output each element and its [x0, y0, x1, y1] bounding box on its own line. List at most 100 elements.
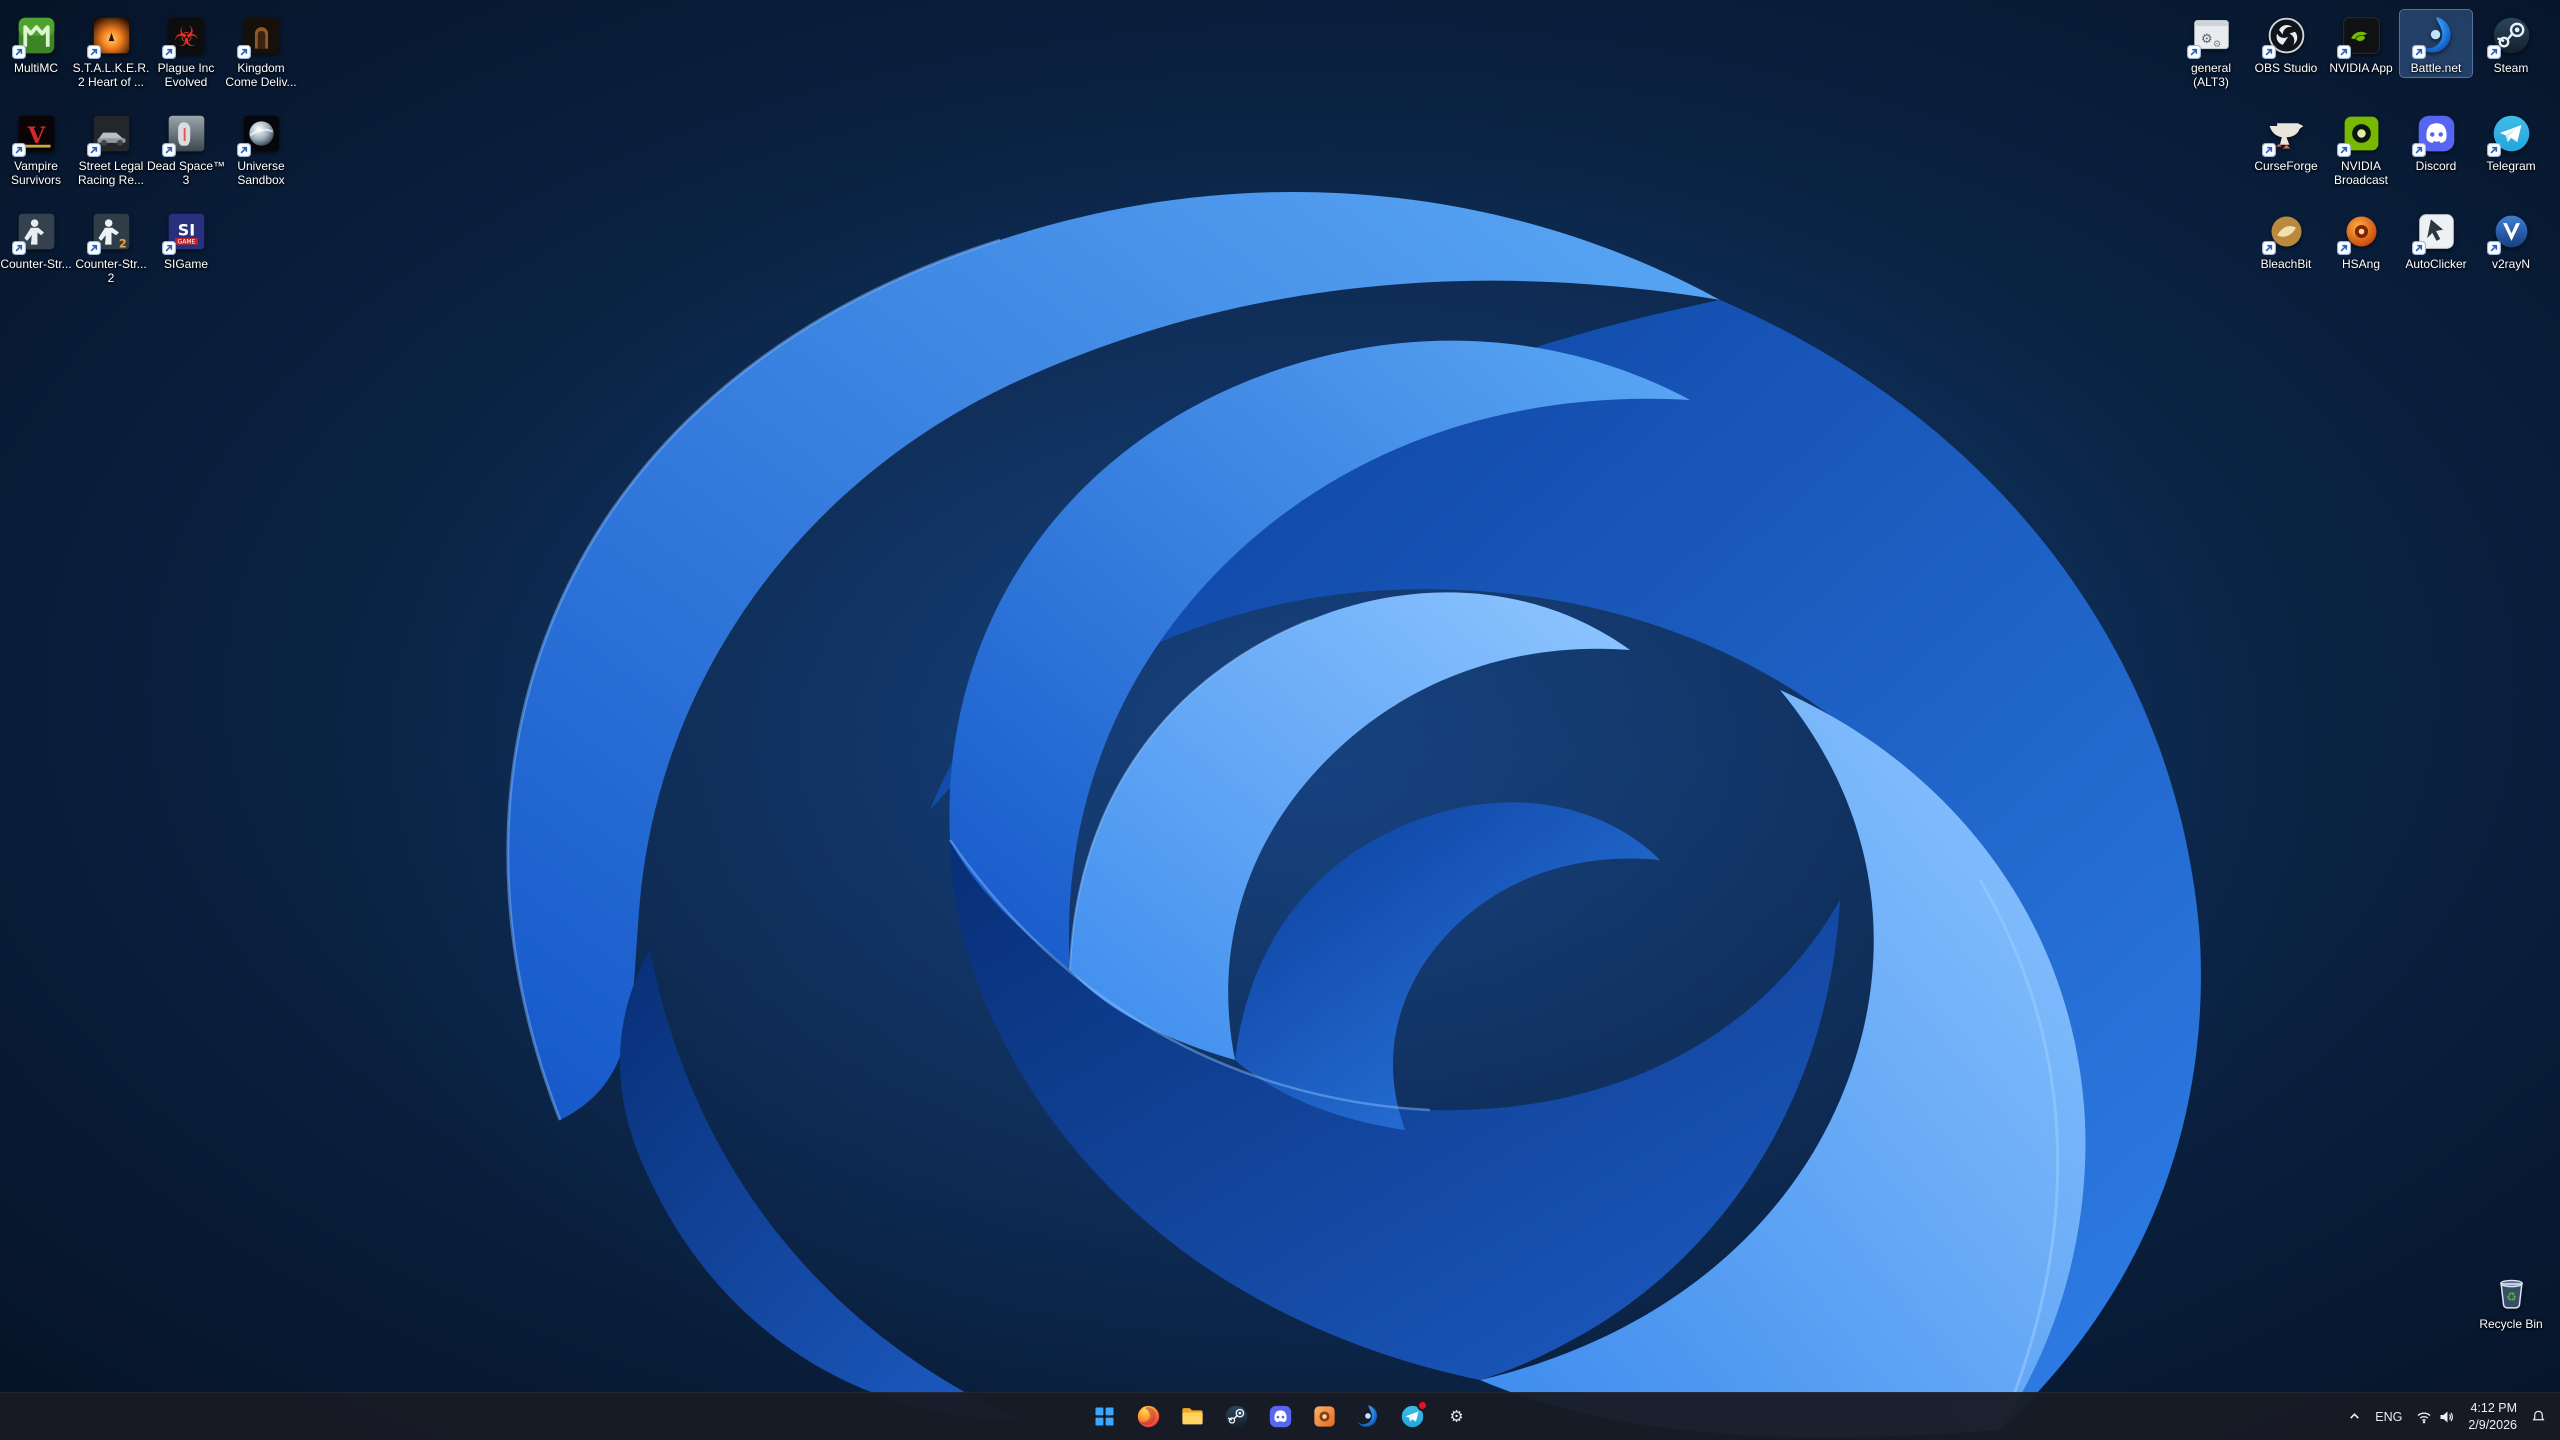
desktop-icon-stalker2[interactable]: S.T.A.L.K.E.R. 2 Heart of ...: [73, 10, 149, 91]
deadspace3-icon: [161, 111, 209, 157]
desktop-icon-label: Street Legal Racing Re...: [77, 159, 145, 188]
desktop-icon-label: S.T.A.L.K.E.R. 2 Heart of ...: [72, 61, 150, 90]
taskbar: ⚙ ENG 4:12 PM 2/9/2026: [0, 1392, 2560, 1440]
universe-icon: [236, 111, 284, 157]
taskbar-settings-button[interactable]: ⚙: [1434, 1395, 1478, 1439]
taskbar-app-orange-button[interactable]: [1302, 1395, 1346, 1439]
svg-text:⚙: ⚙: [1449, 1407, 1463, 1426]
desktop-icon-nvidia-app[interactable]: NVIDIA App: [2325, 10, 2397, 77]
desktop-icon-obs-studio[interactable]: OBS Studio: [2250, 10, 2322, 77]
desktop-icon-plague-inc[interactable]: ☣ Plague Inc Evolved: [150, 10, 222, 91]
desktop-icon-discord[interactable]: Discord: [2400, 108, 2472, 175]
settings-icon: ⚙: [1443, 1403, 1470, 1430]
shortcut-arrow-overlay: [86, 143, 101, 157]
shortcut-arrow-overlay: [2336, 45, 2351, 59]
taskbar-discord-button[interactable]: [1258, 1395, 1302, 1439]
desktop-icon-street-legal-racing[interactable]: Street Legal Racing Re...: [75, 108, 147, 189]
system-tray: ENG 4:12 PM 2/9/2026: [2342, 1393, 2552, 1440]
desktop-icon-dead-space-3[interactable]: Dead Space™ 3: [147, 108, 225, 189]
desktop-icon-label: Steam: [2493, 61, 2529, 75]
shortcut-arrow-overlay: [2261, 45, 2276, 59]
taskbar-telegram-button[interactable]: [1390, 1395, 1434, 1439]
taskbar-battlenet-button[interactable]: [1346, 1395, 1390, 1439]
taskbar-steam-button[interactable]: [1214, 1395, 1258, 1439]
svg-text:⚙: ⚙: [2212, 39, 2220, 50]
recycle-bin-icon: ♻: [2489, 1269, 2534, 1314]
desktop-icon-label: CurseForge: [2254, 159, 2318, 173]
telegram-icon: [2486, 111, 2534, 157]
desktop-icon-recycle-bin[interactable]: ♻ Recycle Bin: [2475, 1266, 2547, 1333]
svg-text:2: 2: [118, 237, 126, 250]
desktop-icon-sigame[interactable]: SI GAME SIGame: [150, 206, 222, 273]
taskbar-file-explorer-button[interactable]: [1170, 1395, 1214, 1439]
desktop-icon-counter-strike-2[interactable]: 2 Counter-Str... 2: [75, 206, 147, 287]
slrr-icon: [86, 111, 134, 157]
curseforge-icon: [2261, 111, 2309, 157]
desktop-icon-steam[interactable]: Steam: [2475, 10, 2547, 77]
desktop-icon-label: HSAng: [2341, 257, 2381, 271]
desktop-icon-label: general (ALT3): [2190, 61, 2232, 90]
desktop-icon-label: v2rayN: [2491, 257, 2530, 271]
notification-bell-button[interactable]: [2525, 1397, 2552, 1437]
shortcut-arrow-overlay: [161, 143, 176, 157]
shortcut-arrow-overlay: [236, 45, 251, 59]
network-icon: [2416, 1409, 2432, 1425]
v2rayn-icon: [2486, 209, 2534, 255]
taskbar-firefox-button[interactable]: [1126, 1395, 1170, 1439]
desktop-icon-curseforge[interactable]: CurseForge: [2250, 108, 2322, 175]
desktop-icon-telegram[interactable]: Telegram: [2475, 108, 2547, 175]
app-orange-icon: [1311, 1403, 1338, 1430]
desktop-icon-counter-strike[interactable]: Counter-Str...: [0, 206, 72, 273]
explorer-icon: [1179, 1403, 1206, 1430]
desktop-icon-label: Battle.net: [2410, 61, 2462, 75]
battlenet-icon: [1355, 1403, 1382, 1430]
multimc-icon: [11, 13, 59, 59]
autoclicker-icon: [2411, 209, 2459, 255]
notification-badge: [1417, 1399, 1428, 1411]
vampire-icon: V: [11, 111, 59, 157]
stalker2-icon: [86, 13, 134, 59]
taskbar-start-button[interactable]: [1082, 1395, 1126, 1439]
bleachbit-icon: [2261, 209, 2309, 255]
desktop-icon-label: SIGame: [163, 257, 208, 271]
desktop-icon-bleachbit[interactable]: BleachBit: [2250, 206, 2322, 273]
desktop-icon-vampire-survivors[interactable]: V Vampire Survivors: [0, 108, 72, 189]
desktop-icon-battlenet[interactable]: Battle.net: [2399, 8, 2473, 79]
shortcut-arrow-overlay: [236, 143, 251, 157]
shortcut-arrow-overlay: [86, 241, 101, 255]
battlenet-icon: [2411, 13, 2459, 59]
cs2-icon: 2: [86, 209, 134, 255]
desktop-icon-kingdom-come[interactable]: Kingdom Come Deliv...: [225, 10, 297, 91]
desktop-icon-general-alt3[interactable]: ⚙ ⚙ general (ALT3): [2175, 10, 2247, 91]
tray-overflow-chevron[interactable]: [2342, 1397, 2367, 1437]
shortcut-arrow-overlay: [2261, 241, 2276, 255]
desktop-icon-nvidia-broadcast[interactable]: NVIDIA Broadcast: [2325, 108, 2397, 189]
sigame-icon: SI GAME: [161, 209, 209, 255]
desktop-icon-autoclicker[interactable]: AutoClicker: [2400, 206, 2472, 273]
language-indicator[interactable]: ENG: [2369, 1397, 2408, 1437]
cs-icon: [11, 209, 59, 255]
desktop-icon-multimc[interactable]: MultiMC: [0, 10, 72, 77]
desktop-icons-layer: MultiMC S.T.A.L.K.E.R. 2 Heart of ... ☣ Pla…: [0, 0, 2560, 1392]
desktop-icon-v2rayn[interactable]: v2rayN: [2475, 206, 2547, 273]
steam-icon: [1223, 1403, 1250, 1430]
steam-icon: [2486, 13, 2534, 59]
quick-settings-button[interactable]: [2410, 1397, 2460, 1437]
desktop-icon-label: Plague Inc Evolved: [157, 61, 215, 90]
desktop-icon-hsang[interactable]: HSAng: [2325, 206, 2397, 273]
tray-time: 4:12 PM: [2470, 1401, 2517, 1416]
desktop-icon-label: NVIDIA App: [2329, 61, 2393, 75]
desktop-icon-label: Counter-Str... 2: [75, 257, 147, 286]
shortcut-arrow-overlay: [2486, 143, 2501, 157]
desktop-icon-label: OBS Studio: [2254, 61, 2318, 75]
desktop-icon-universe-sandbox[interactable]: Universe Sandbox: [225, 108, 297, 189]
kingdom-icon: [236, 13, 284, 59]
taskbar-center: ⚙: [1082, 1393, 1478, 1440]
desktop-icon-label: AutoClicker: [2405, 257, 2467, 271]
shortcut-arrow-overlay: [86, 45, 101, 59]
shortcut-arrow-overlay: [2411, 241, 2426, 255]
clock[interactable]: 4:12 PM 2/9/2026: [2462, 1397, 2523, 1437]
firefox-icon: [1135, 1403, 1162, 1430]
desktop-icon-label: NVIDIA Broadcast: [2333, 159, 2389, 188]
bell-icon: [2531, 1409, 2546, 1424]
